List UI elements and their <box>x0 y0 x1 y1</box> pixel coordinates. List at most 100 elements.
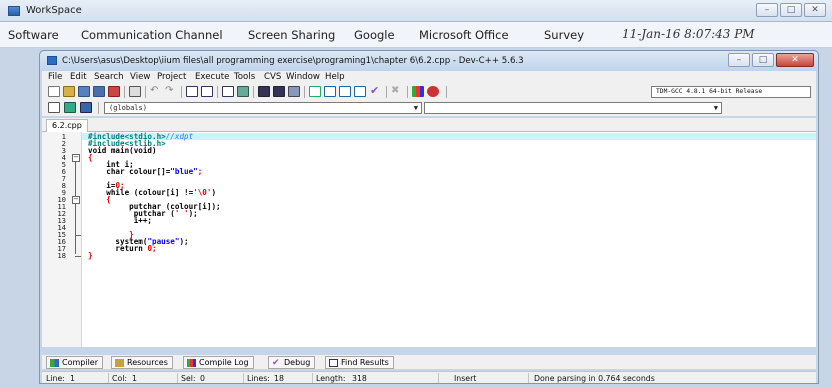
tab-find-results[interactable]: Find Results <box>325 356 394 369</box>
code-token: ) <box>211 188 217 197</box>
bookmark-icon[interactable] <box>237 86 249 97</box>
replace-icon[interactable] <box>201 86 213 97</box>
tab-debug[interactable]: ✔ Debug <box>268 356 316 369</box>
print-icon[interactable] <box>129 86 141 97</box>
tab-file[interactable]: 6.2.cpp <box>46 119 88 132</box>
workspace-titlebar: WorkSpace – □ ✕ <box>0 0 832 22</box>
check-syntax-icon[interactable]: ✔ <box>370 85 382 97</box>
devcpp-close-button[interactable]: ✕ <box>776 53 814 67</box>
member-select[interactable]: ▼ <box>424 102 722 114</box>
devcpp-app-icon <box>47 56 57 65</box>
menu-help[interactable]: Help <box>325 72 345 82</box>
class-toolbar: (globals) ▼ ▼ <box>42 100 816 116</box>
status-length-label: Length: <box>316 374 346 383</box>
redo-icon[interactable]: ↷ <box>165 86 177 97</box>
tab-debug-label: Debug <box>284 358 311 367</box>
devcpp-minimize-button[interactable]: – <box>728 53 750 67</box>
code-line-6: char colour[]="blue"; <box>88 167 203 176</box>
menu-file[interactable]: File <box>48 72 62 82</box>
code-token: ; <box>152 244 157 253</box>
code-token: ; <box>197 167 203 176</box>
workspace-app-icon <box>8 6 20 16</box>
toggle-comment-icon[interactable] <box>288 86 300 97</box>
stop-execution-icon[interactable]: ✖ <box>391 86 403 97</box>
indent-icon[interactable] <box>273 86 285 97</box>
compiler-select[interactable]: TDM-GCC 4.8.1 64-bit Release <box>651 86 811 98</box>
status-lines-value: 18 <box>274 374 284 383</box>
compile-icon[interactable] <box>309 86 321 97</box>
menu-item-survey[interactable]: Survey <box>544 28 584 42</box>
menu-window[interactable]: Window <box>286 72 320 82</box>
editor-tabbar: 6.2.cpp <box>42 118 816 132</box>
menu-item-google[interactable]: Google <box>354 28 395 42</box>
run-icon[interactable] <box>324 86 336 97</box>
menu-edit[interactable]: Edit <box>70 72 87 82</box>
tab-compile-log[interactable]: Compile Log <box>183 356 254 369</box>
workspace-close-button[interactable]: ✕ <box>804 3 826 17</box>
tab-resources[interactable]: Resources <box>111 356 173 369</box>
fold-toggle-icon[interactable]: − <box>72 196 80 204</box>
fold-guide <box>75 162 76 254</box>
fold-end-marker <box>75 256 81 257</box>
status-length-value: 318 <box>352 374 367 383</box>
fold-toggle-icon[interactable]: − <box>72 154 80 162</box>
code-string: "blue" <box>170 167 198 176</box>
menu-cvs[interactable]: CVS <box>264 72 281 82</box>
menu-view[interactable]: View <box>130 72 150 82</box>
scope-select[interactable]: (globals) ▼ <box>104 102 422 114</box>
main-toolbar: ↶ ↷ ✔ ✖ TDM-GCC 4.8.1 64-bit Release <box>42 84 816 100</box>
compiler-icon <box>50 358 59 367</box>
status-sel-value: 0 <box>200 374 205 383</box>
unindent-icon[interactable] <box>258 86 270 97</box>
tab-compile-log-label: Compile Log <box>199 358 249 367</box>
scope-select-value: (globals) <box>109 104 147 112</box>
open-file-icon[interactable] <box>63 86 75 97</box>
workspace-minimize-button[interactable]: – <box>756 3 778 17</box>
menu-item-screen-sharing[interactable]: Screen Sharing <box>248 28 335 42</box>
insert-icon[interactable] <box>48 102 60 113</box>
resources-icon <box>115 358 124 367</box>
new-file-icon[interactable] <box>48 86 60 97</box>
save-all-icon[interactable] <box>93 86 105 97</box>
code-line-3: void main(void) <box>88 146 157 155</box>
rebuild-icon[interactable] <box>354 86 366 97</box>
status-lines-label: Lines: <box>247 374 270 383</box>
debug-icon[interactable] <box>427 86 439 97</box>
status-col-value: 1 <box>132 374 137 383</box>
menu-tools[interactable]: Tools <box>234 72 255 82</box>
code-comment: //xdpt <box>165 132 194 141</box>
debug-check-icon: ✔ <box>272 357 280 368</box>
devcpp-title: C:\Users\asus\Desktop\iium files\all pro… <box>62 56 524 66</box>
profile-icon[interactable] <box>412 86 424 97</box>
code-token: ); <box>179 237 189 246</box>
bottom-panel-tabs: Compiler Resources Compile Log ✔ Debug F… <box>42 355 816 369</box>
workspace-maximize-button[interactable]: □ <box>780 3 802 17</box>
devcpp-maximize-button[interactable]: □ <box>752 53 774 67</box>
compile-log-icon <box>187 358 196 367</box>
menu-item-software[interactable]: Software <box>8 28 59 42</box>
goto-bookmark-icon[interactable] <box>80 102 92 113</box>
status-line-label: Line: <box>46 374 65 383</box>
code-line-13: i++; <box>88 216 153 225</box>
code-line-17: return 0; <box>88 244 157 253</box>
line-number: 18 <box>57 251 66 260</box>
tab-compiler[interactable]: Compiler <box>46 356 104 369</box>
menu-execute[interactable]: Execute <box>195 72 229 82</box>
code-char: ' ' <box>174 209 189 218</box>
undo-icon[interactable]: ↶ <box>150 86 162 97</box>
menu-search[interactable]: Search <box>94 72 124 82</box>
close-file-icon[interactable] <box>108 86 120 97</box>
status-insert-mode: Insert <box>454 374 477 383</box>
goto-line-icon[interactable] <box>222 86 234 97</box>
toggle-bookmark-icon[interactable] <box>64 102 76 113</box>
menu-item-communication-channel[interactable]: Communication Channel <box>81 28 223 42</box>
tab-find-results-label: Find Results <box>341 358 389 367</box>
menu-project[interactable]: Project <box>157 72 186 82</box>
code-editor[interactable]: 1 2 3 4 5 6 7 8 9 10 11 12 13 14 15 16 1… <box>42 132 816 347</box>
clock-display: 11-Jan-16 8:07:43 PM <box>622 27 755 41</box>
find-icon[interactable] <box>186 86 198 97</box>
compile-run-icon[interactable] <box>339 86 351 97</box>
menu-item-microsoft-office[interactable]: Microsoft Office <box>419 28 509 42</box>
workspace-menu: Software Communication Channel Screen Sh… <box>0 22 832 48</box>
save-icon[interactable] <box>78 86 90 97</box>
